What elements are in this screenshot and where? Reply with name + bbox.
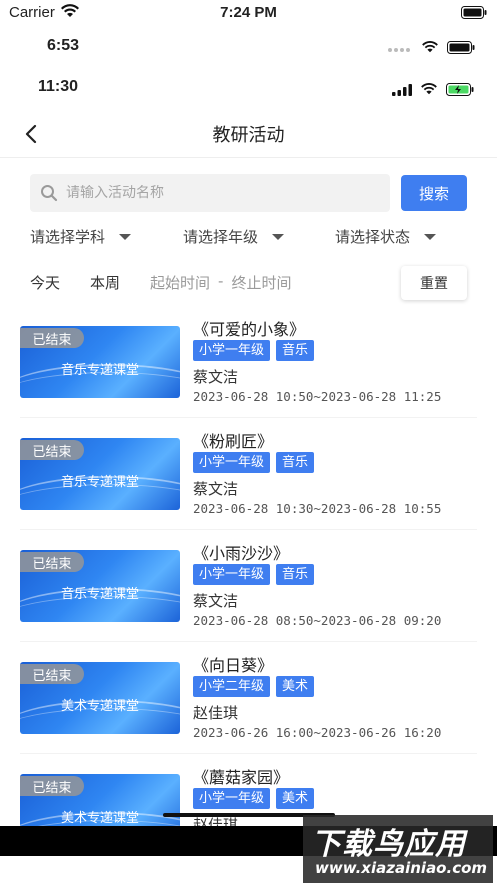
thumbnail-caption: 音乐专递课堂 (60, 475, 139, 490)
subject-tag: 美术 (276, 788, 315, 809)
tag-group: 小学一年级 美术 (193, 788, 483, 810)
status-badge: 已结束 (20, 664, 84, 684)
subject-tag: 美术 (276, 676, 315, 697)
activity-title: 《蘑菇家园》 (193, 768, 290, 787)
status-time: 7:24 PM (220, 4, 277, 21)
activity-title: 《向日葵》 (193, 656, 274, 675)
wifi-icon (421, 39, 439, 58)
activity-info: 《粉刷匠》 小学一年级 音乐 蔡文洁 2023-06-28 10:30~2023… (193, 428, 483, 516)
dropdown-arrow-icon (119, 233, 132, 240)
activity-info: 《可爱的小象》 小学一年级 音乐 蔡文洁 2023-06-28 10:50~20… (193, 316, 483, 404)
thumbnail-caption: 音乐专递课堂 (60, 363, 139, 378)
date-range-picker: 起始时间 - 终止时间 (150, 272, 291, 293)
start-date-field[interactable]: 起始时间 (150, 272, 210, 293)
search-box (30, 174, 390, 212)
watermark-text: 下载鸟应用 (311, 827, 466, 862)
tag-group: 小学一年级 音乐 (193, 564, 483, 586)
battery-icon (447, 39, 475, 58)
list-item[interactable]: 已结束 音乐专递课堂 《小雨沙沙》 小学一年级 音乐 蔡文洁 2023-06-2… (0, 530, 497, 642)
status-badge: 已结束 (20, 552, 84, 572)
watermark-url: www.xiazainiao.com (315, 859, 488, 877)
date-range-dash: - (218, 272, 224, 290)
activity-info: 《向日葵》 小学二年级 美术 赵佳琪 2023-06-26 16:00~2023… (193, 652, 483, 740)
dropdown-arrow-icon (272, 233, 285, 240)
activity-list: 已结束 音乐专递课堂 《可爱的小象》 小学一年级 音乐 蔡文洁 2023-06-… (0, 306, 497, 826)
thumbnail-caption: 音乐专递课堂 (60, 587, 139, 602)
activity-thumbnail: 已结束 音乐专递课堂 (20, 438, 180, 510)
status-bar-secondary: 6:53 (0, 34, 497, 60)
search-icon (40, 184, 58, 202)
watermark-logo: 下载鸟应用 www.xiazainiao.com (303, 815, 493, 883)
tag-group: 小学一年级 音乐 (193, 452, 483, 474)
status-bar-primary: Carrier 7:24 PM (0, 0, 497, 26)
teacher-name: 蔡文洁 (193, 592, 239, 610)
filter-bar: 请选择学科 请选择年级 请选择状态 (0, 226, 497, 252)
tag-group: 小学二年级 美术 (193, 676, 483, 698)
cellular-signal-icon (392, 81, 412, 100)
list-item[interactable]: 已结束 音乐专递课堂 《可爱的小象》 小学一年级 音乐 蔡文洁 2023-06-… (0, 306, 497, 418)
this-week-button[interactable]: 本周 (90, 272, 120, 293)
thumbnail-caption: 美术专递课堂 (60, 699, 139, 714)
teacher-name: 赵佳琪 (193, 704, 239, 722)
subject-filter[interactable]: 请选择学科 (30, 226, 132, 247)
signal-dots-icon (387, 39, 413, 58)
grade-tag: 小学一年级 (193, 564, 271, 585)
activity-time: 2023-06-28 08:50~2023-06-28 09:20 (193, 613, 442, 628)
status-filter-label: 请选择状态 (335, 228, 411, 246)
subject-tag: 音乐 (276, 452, 315, 473)
activity-thumbnail: 已结束 音乐专递课堂 (20, 326, 180, 398)
grade-tag: 小学二年级 (193, 676, 271, 697)
activity-title: 《可爱的小象》 (193, 320, 306, 339)
activity-time: 2023-06-28 10:30~2023-06-28 10:55 (193, 501, 442, 516)
activity-thumbnail: 已结束 音乐专递课堂 (20, 550, 180, 622)
search-button[interactable]: 搜索 (401, 175, 467, 211)
teacher-name: 蔡文洁 (193, 368, 239, 386)
date-filter-bar: 今天 本周 起始时间 - 终止时间 重置 (0, 266, 497, 300)
grade-tag: 小学一年级 (193, 452, 271, 473)
subject-filter-label: 请选择学科 (30, 228, 106, 246)
activity-title: 《小雨沙沙》 (193, 544, 290, 563)
activity-title: 《粉刷匠》 (193, 432, 274, 451)
today-button[interactable]: 今天 (30, 272, 60, 293)
subject-tag: 音乐 (276, 340, 315, 361)
activity-thumbnail: 已结束 美术专递课堂 (20, 662, 180, 734)
teacher-name: 蔡文洁 (193, 480, 239, 498)
wifi-icon (420, 81, 438, 100)
status-bar-tertiary: 11:30 (0, 74, 497, 102)
grade-filter-label: 请选择年级 (183, 228, 259, 246)
status-badge: 已结束 (20, 328, 84, 348)
status-badge: 已结束 (20, 440, 84, 460)
nav-bar: 教研活动 (0, 112, 497, 158)
page-title: 教研活动 (212, 125, 285, 146)
activity-time: 2023-06-28 10:50~2023-06-28 11:25 (193, 389, 442, 404)
grade-filter[interactable]: 请选择年级 (183, 226, 285, 247)
reset-button[interactable]: 重置 (401, 266, 467, 300)
tag-group: 小学一年级 音乐 (193, 340, 483, 362)
status-filter[interactable]: 请选择状态 (335, 226, 437, 247)
activity-info: 《小雨沙沙》 小学一年级 音乐 蔡文洁 2023-06-28 08:50~202… (193, 540, 483, 628)
activity-time: 2023-06-26 16:00~2023-06-26 16:20 (193, 725, 442, 740)
dropdown-arrow-icon (424, 233, 437, 240)
status-badge: 已结束 (20, 776, 84, 796)
status-time: 6:53 (47, 37, 80, 54)
grade-tag: 小学一年级 (193, 788, 271, 809)
activity-thumbnail: 已结束 美术专递课堂 (20, 774, 180, 826)
thumbnail-caption: 美术专递课堂 (60, 811, 139, 826)
search-input[interactable] (66, 185, 366, 201)
subject-tag: 音乐 (276, 564, 315, 585)
battery-icon (461, 6, 487, 23)
battery-charging-icon (446, 81, 474, 100)
grade-tag: 小学一年级 (193, 340, 271, 361)
end-date-field[interactable]: 终止时间 (231, 272, 291, 293)
status-time: 11:30 (38, 78, 79, 95)
list-item[interactable]: 已结束 音乐专递课堂 《粉刷匠》 小学一年级 音乐 蔡文洁 2023-06-28… (0, 418, 497, 530)
list-item[interactable]: 已结束 美术专递课堂 《向日葵》 小学二年级 美术 赵佳琪 2023-06-26… (0, 642, 497, 754)
